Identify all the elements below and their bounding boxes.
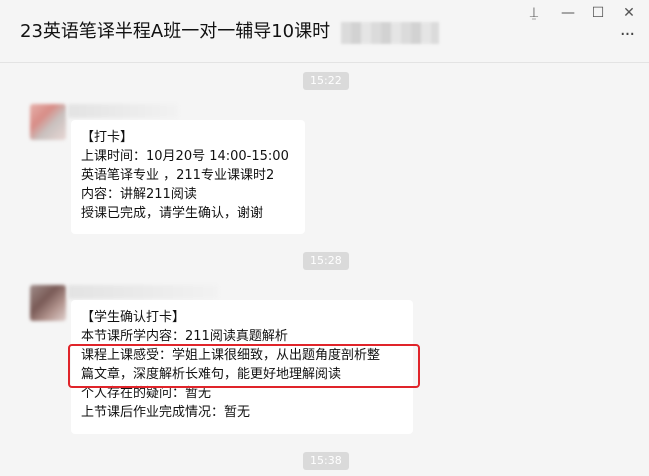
sender-name-redacted [68,285,218,299]
message-bubble[interactable]: 【打卡】 上课时间：10月20号 14:00-15:00 英语笔译专业 ，211… [71,120,305,234]
message-line: 授课已完成，请学生确认，谢谢 [81,206,264,221]
message-line: 上课时间：10月20号 14:00-15:00 [81,149,289,164]
minimize-icon[interactable]: — [556,4,580,22]
avatar[interactable] [30,104,66,140]
message-line: 英语笔译专业 ，211专业课课时2 [81,168,275,183]
timestamp: 15:22 [303,72,349,90]
avatar[interactable] [30,285,66,321]
message-line: 上节课后作业完成情况：暂无 [81,405,251,420]
message-line: 篇文章，深度解析长难句，能更好地理解阅读 [81,367,342,382]
scrollbar[interactable] [641,62,649,476]
message-bubble[interactable]: 【学生确认打卡】 本节课所学内容：211阅读真题解析 课程上课感受：学姐上课很细… [71,300,413,434]
message-line: 【打卡】 [81,130,134,145]
sender-name-redacted [68,104,178,118]
message-line: 本节课所学内容：211阅读真题解析 [81,329,288,344]
message-line: 【学生确认打卡】 [81,310,186,325]
message-line: 内容：讲解211阅读 [81,187,197,202]
title-bar: 23英语笔译半程A班一对一辅导10课时 ⍊ — ☐ ✕ ··· [0,0,649,63]
pin-icon[interactable]: ⍊ [522,4,546,22]
timestamp: 15:38 [303,452,349,470]
maximize-icon[interactable]: ☐ [586,4,610,22]
redacted-member-count [341,22,439,44]
more-options-icon[interactable]: ··· [617,26,637,46]
message-line: 个人存在的疑问：暂无 [81,386,212,401]
message-line: 课程上课感受：学姐上课很细致，从出题角度剖析整 [81,348,381,363]
timestamp: 15:28 [303,252,349,270]
close-icon[interactable]: ✕ [617,4,641,22]
chat-title: 23英语笔译半程A班一对一辅导10课时 [20,21,331,42]
